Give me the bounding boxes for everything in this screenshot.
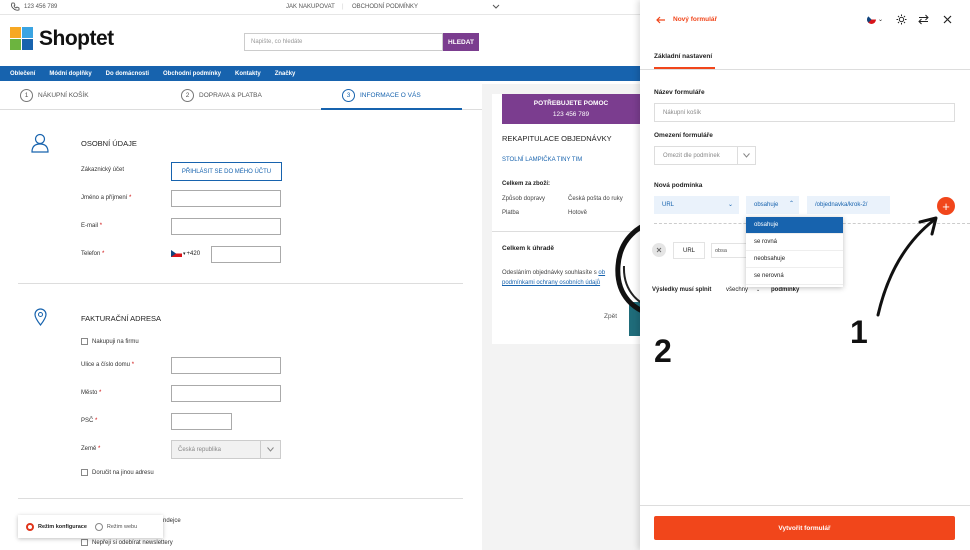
street-field[interactable] xyxy=(171,357,281,374)
form-name-field[interactable]: Nákupní košík xyxy=(654,103,955,122)
country-label: Země * xyxy=(81,446,101,452)
tab-basic-settings[interactable]: Základní nastavení xyxy=(654,53,712,60)
result-label: Výsledky musí splnit xyxy=(652,287,712,293)
phone-number: 123 456 789 xyxy=(24,4,58,10)
phone-label: Telefon * xyxy=(81,251,105,257)
logo-icon xyxy=(10,27,34,51)
company-checkbox[interactable]: Nakupuji na firmu xyxy=(81,338,139,345)
checkout-steps: 1 NÁKUPNÍ KOŠÍK 2 DOPRAVA & PLATBA 3 INF… xyxy=(0,84,482,110)
chevron-up-icon: ⌃ xyxy=(788,201,794,207)
option-not-equals[interactable]: se nerovná xyxy=(746,268,843,285)
annotation-number-2: 2 xyxy=(654,333,672,369)
payment-value: Hotově xyxy=(568,210,588,216)
new-condition-label: Nová podmínka xyxy=(654,182,703,189)
account-label: Zákaznický účet xyxy=(81,167,125,173)
panel-title: Nový formulář xyxy=(673,16,718,23)
operator-dropdown: obsahuje se rovná neobsahuje se nerovná xyxy=(746,217,843,287)
mode-switch: Režim konfigurace Režim webu xyxy=(18,515,163,538)
other-address-checkbox[interactable]: Doručit na jinou adresu xyxy=(81,469,154,476)
shop-logo[interactable]: Shoptet xyxy=(10,27,114,51)
person-icon xyxy=(31,133,49,155)
shipping-label: Způsob dopravy xyxy=(502,196,546,202)
language-select[interactable]: ⌄ xyxy=(867,15,883,24)
mode-config[interactable]: Režim konfigurace xyxy=(26,522,87,531)
city-label: Město * xyxy=(81,390,102,396)
active-step-indicator xyxy=(321,108,462,110)
arrow-left-icon[interactable] xyxy=(656,16,666,26)
main-nav: Oblečení Módní doplňky Do domácnosti Obc… xyxy=(0,66,640,81)
nav-item[interactable]: Kontakty xyxy=(235,71,261,77)
remove-condition-icon[interactable] xyxy=(652,243,666,257)
chevron-down-icon[interactable] xyxy=(492,2,500,12)
email-label: E-mail * xyxy=(81,223,103,229)
form-limit-select[interactable]: Omezit dle podmínek xyxy=(654,146,756,165)
annotation-number-1: 1 xyxy=(850,314,868,350)
step-info[interactable]: 3 INFORMACE O VÁS xyxy=(342,89,421,102)
city-field[interactable] xyxy=(171,385,281,402)
chevron-down-icon xyxy=(737,147,755,164)
top-bar: 123 456 789 JAK NAKUPOVAT | OBCHODNÍ POD… xyxy=(0,0,640,15)
option-equals[interactable]: se rovná xyxy=(746,234,843,251)
terms-link[interactable]: OBCHODNÍ PODMÍNKY xyxy=(352,4,418,10)
brightness-icon[interactable] xyxy=(896,14,907,27)
condition-operator-select[interactable]: obsahuje ⌃ xyxy=(746,196,799,214)
nav-item[interactable]: Do domácnosti xyxy=(106,71,149,77)
annotation-arrow xyxy=(876,216,938,317)
close-icon[interactable] xyxy=(943,15,952,26)
name-field[interactable] xyxy=(171,190,281,207)
search-input[interactable]: Napište, co hledáte xyxy=(244,33,443,51)
mode-web[interactable]: Režim webu xyxy=(94,522,137,531)
shipping-value: Česká pošta do ruky xyxy=(568,196,623,202)
goods-total-label: Celkem za zboží: xyxy=(502,181,551,187)
email-field[interactable] xyxy=(171,218,281,235)
chevron-down-icon: ⌄ xyxy=(878,17,884,23)
chevron-down-icon: ⌄ xyxy=(727,202,733,208)
login-button[interactable]: PŘIHLÁSIT SE DO MÉHO ÚČTU xyxy=(171,162,282,181)
payment-label: Platba xyxy=(502,210,520,216)
phone-field[interactable] xyxy=(211,246,281,263)
search-bar: Napište, co hledáte HLEDAT xyxy=(244,33,479,51)
existing-operator-select[interactable]: obsa xyxy=(711,243,747,258)
czech-flag-icon xyxy=(171,250,182,257)
product-link[interactable]: STOLNÍ LAMPIČKA TINY TIM xyxy=(502,157,582,163)
step-shipping[interactable]: 2 DOPRAVA & PLATBA xyxy=(181,89,262,102)
nav-item[interactable]: Obchodní podmínky xyxy=(163,71,221,77)
personal-title: OSOBNÍ ÚDAJE xyxy=(81,139,137,148)
privacy-link[interactable]: podmínkami ochrany osobních údajů xyxy=(502,280,600,286)
zip-field[interactable] xyxy=(171,413,232,430)
result-suffix: podmínky xyxy=(771,287,800,293)
brand-name: Shoptet xyxy=(39,27,114,50)
chevron-down-icon: ⌄ xyxy=(756,287,761,293)
nav-item[interactable]: Oblečení xyxy=(10,71,35,77)
help-banner: POTŘEBUJETE POMOC 123 456 789 xyxy=(502,94,640,124)
location-pin-icon xyxy=(34,308,47,328)
condition-field-select[interactable]: URL ⌄ xyxy=(654,196,739,214)
how-to-buy-link[interactable]: JAK NAKUPOVAT xyxy=(286,4,335,10)
swap-icon[interactable] xyxy=(918,14,929,27)
option-not-contains[interactable]: neobsahuje xyxy=(746,251,843,268)
phone-icon xyxy=(10,2,20,14)
form-name-label: Název formuláře xyxy=(654,89,705,96)
step-cart[interactable]: 1 NÁKUPNÍ KOŠÍK xyxy=(20,89,89,102)
phone-prefix-select[interactable]: ▾ +420 xyxy=(171,250,200,257)
nav-item[interactable]: Značky xyxy=(275,71,296,77)
street-label: Ulice a číslo domu * xyxy=(81,362,135,368)
partial-text: ndejce xyxy=(163,518,181,524)
czech-flag-icon xyxy=(867,15,876,24)
name-label: Jméno a příjmení * xyxy=(81,195,132,201)
summary-title: REKAPITULACE OBJEDNÁVKY xyxy=(502,134,612,143)
total-label: Celkem k úhradě xyxy=(502,245,555,252)
caret-down-icon: ▾ xyxy=(183,250,186,257)
nav-item[interactable]: Módní doplňky xyxy=(49,71,91,77)
chevron-down-icon xyxy=(260,441,280,458)
form-limit-label: Omezení formuláře xyxy=(654,132,713,139)
existing-field-select[interactable]: URL xyxy=(673,242,705,259)
zip-label: PSČ * xyxy=(81,418,98,424)
option-contains[interactable]: obsahuje xyxy=(746,217,843,234)
create-form-button[interactable]: Vytvořit formulář xyxy=(654,516,955,540)
billing-title: FAKTURAČNÍ ADRESA xyxy=(81,314,162,323)
search-button[interactable]: HLEDAT xyxy=(443,33,479,51)
country-select[interactable]: Česká republika xyxy=(171,440,281,459)
newsletter-checkbox[interactable]: Nepřeji si odebírat newslettery xyxy=(81,539,173,546)
